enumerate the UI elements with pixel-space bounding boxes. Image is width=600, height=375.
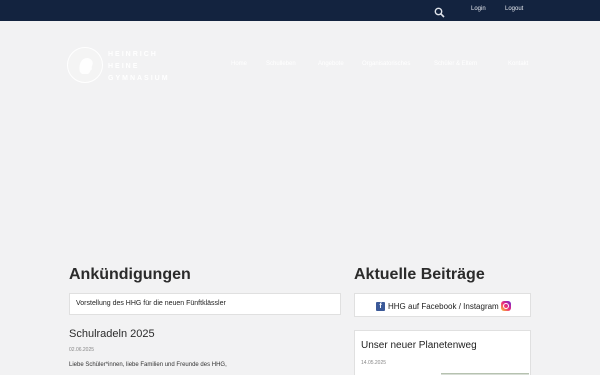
posts-title: Aktuelle Beiträge — [354, 266, 485, 283]
post-excerpt: Liebe Schüler*innen, liebe Familien und … — [69, 362, 227, 368]
post-title[interactable]: Schulradeln 2025 — [69, 328, 155, 340]
social-label: HHG auf Facebook / Instagram — [388, 302, 499, 311]
announcements-title: Ankündigungen — [69, 266, 191, 283]
instagram-icon[interactable] — [501, 301, 511, 311]
social-links-box[interactable]: f HHG auf Facebook / Instagram — [354, 293, 531, 317]
planet-post-date: 14.05.2025 — [361, 360, 387, 366]
facebook-icon[interactable]: f — [376, 302, 385, 311]
nav-active-indicator — [0, 57, 600, 77]
top-bar: Login Logout — [0, 0, 600, 21]
login-link[interactable]: Login — [471, 6, 486, 12]
logout-link[interactable]: Logout — [505, 6, 523, 12]
announcement-label: Vorstellung des HHG für die neuen Fünftk… — [76, 300, 226, 307]
planet-post-title[interactable]: Unser neuer Planetenweg — [361, 340, 477, 351]
planet-post-card[interactable]: Unser neuer Planetenweg 14.05.2025 — [354, 330, 531, 375]
announcement-item[interactable]: Vorstellung des HHG für die neuen Fünftk… — [69, 293, 341, 315]
post-date: 02.06.2025 — [69, 347, 95, 353]
hero-banner: HEINRICH HEINE GYMNASIUM Home Schulleben… — [0, 21, 600, 251]
search-icon[interactable] — [434, 5, 445, 18]
